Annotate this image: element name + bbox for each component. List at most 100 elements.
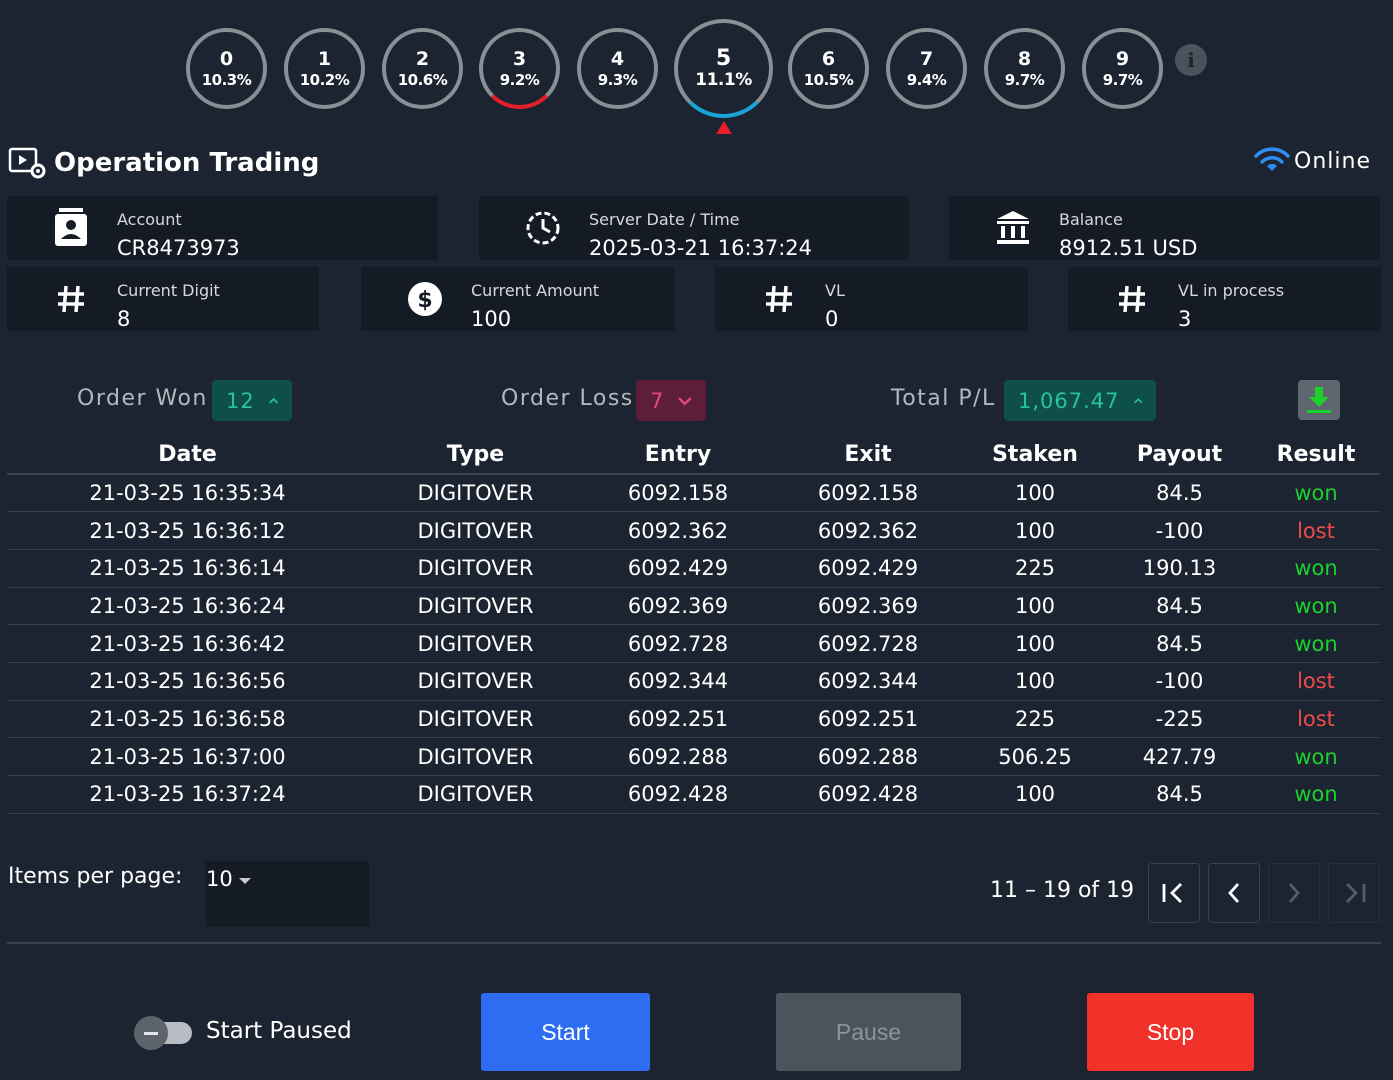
- chevron-right-icon: [1288, 883, 1300, 903]
- items-per-page-value: 10: [206, 867, 233, 891]
- cell-exit: 6092.251: [773, 700, 963, 739]
- start-paused-toggle[interactable]: [134, 1016, 192, 1050]
- digit-label: 3: [512, 47, 527, 70]
- column-header-entry[interactable]: Entry: [583, 436, 773, 475]
- start-paused-label: Start Paused: [206, 1018, 352, 1044]
- digit-label: 7: [919, 47, 934, 70]
- section-title: Operation Trading: [8, 146, 319, 180]
- cell-type: DIGITOVER: [368, 737, 583, 776]
- digit-circle-7: 7 9.4%: [886, 28, 967, 109]
- download-button[interactable]: [1298, 380, 1340, 420]
- cell-result: lost: [1252, 511, 1380, 550]
- info-icon[interactable]: i: [1175, 44, 1207, 76]
- cell-payout: 190.13: [1107, 549, 1252, 588]
- connection-status: Online: [1254, 146, 1371, 174]
- chevron-up-icon: [268, 397, 278, 404]
- divider: [7, 942, 1381, 944]
- cell-entry: 6092.369: [583, 587, 773, 626]
- cell-type: DIGITOVER: [368, 775, 583, 814]
- download-icon: [1307, 387, 1331, 413]
- cell-entry: 6092.429: [583, 549, 773, 588]
- column-header-date[interactable]: Date: [7, 436, 368, 475]
- digit-label: 8: [1017, 47, 1032, 70]
- current-digit-value: 8: [117, 307, 131, 331]
- cell-entry: 6092.344: [583, 662, 773, 701]
- digit-circle-1: 1 10.2%: [284, 28, 365, 109]
- digit-percent: 10.6%: [397, 70, 448, 89]
- cell-entry: 6092.158: [583, 474, 773, 513]
- table-row: 21-03-25 16:36:14 DIGITOVER 6092.429 609…: [7, 549, 1380, 588]
- column-header-type[interactable]: Type: [368, 436, 583, 475]
- hash-icon: [759, 279, 799, 319]
- digit-percent: 9.4%: [906, 70, 947, 89]
- table-row: 21-03-25 16:36:12 DIGITOVER 6092.362 609…: [7, 511, 1380, 550]
- current-amount-card: $ Current Amount 100: [361, 267, 674, 331]
- hash-icon: [51, 279, 91, 319]
- digit-circle-6: 6 10.5%: [788, 28, 869, 109]
- order-loss-chip[interactable]: 7: [636, 380, 706, 421]
- digit-label: 9: [1115, 47, 1130, 70]
- card-label: VL: [825, 281, 845, 300]
- column-header-exit[interactable]: Exit: [773, 436, 963, 475]
- order-loss-value: 7: [650, 388, 665, 413]
- cell-payout: 427.79: [1107, 737, 1252, 776]
- toggle-knob: [134, 1016, 168, 1050]
- cell-entry: 6092.251: [583, 700, 773, 739]
- cell-staken: 225: [963, 700, 1107, 739]
- vl-in-process-value: 3: [1178, 307, 1192, 331]
- first-page-button[interactable]: [1148, 863, 1200, 923]
- pause-button[interactable]: Pause: [776, 993, 961, 1071]
- cell-staken: 100: [963, 474, 1107, 513]
- cell-date: 21-03-25 16:36:58: [7, 700, 368, 739]
- cell-staken: 100: [963, 775, 1107, 814]
- wifi-icon: [1254, 147, 1290, 171]
- next-page-button[interactable]: [1268, 863, 1320, 923]
- column-header-payout[interactable]: Payout: [1107, 436, 1252, 475]
- card-label: Balance: [1059, 210, 1123, 229]
- cell-result: won: [1252, 587, 1380, 626]
- account-card: Account CR8473973: [7, 196, 438, 260]
- cell-staken: 100: [963, 587, 1107, 626]
- digit-circle-0: 0 10.3%: [186, 28, 267, 109]
- cell-entry: 6092.288: [583, 737, 773, 776]
- current-digit-marker-icon: [716, 121, 732, 134]
- table-header-row: Date Type Entry Exit Staken Payout Resul…: [7, 436, 1380, 475]
- orders-table: Date Type Entry Exit Staken Payout Resul…: [7, 436, 1380, 814]
- previous-page-button[interactable]: [1208, 863, 1260, 923]
- cell-date: 21-03-25 16:36:24: [7, 587, 368, 626]
- first-page-icon: [1162, 883, 1182, 903]
- vl-card: VL 0: [715, 267, 1028, 331]
- stop-button[interactable]: Stop: [1087, 993, 1254, 1071]
- order-won-value: 12: [226, 388, 255, 413]
- digit-percent: 9.2%: [499, 70, 540, 89]
- order-won-chip[interactable]: 12: [212, 380, 292, 421]
- column-header-staken[interactable]: Staken: [963, 436, 1107, 475]
- page-title: Operation Trading: [54, 148, 320, 178]
- total-pl-chip[interactable]: 1,067.47: [1004, 380, 1156, 421]
- start-button[interactable]: Start: [481, 993, 650, 1071]
- total-pl-label: Total P/L: [891, 386, 996, 411]
- contact-icon: [51, 208, 91, 248]
- cell-exit: 6092.429: [773, 549, 963, 588]
- digit-label: 2: [415, 47, 430, 70]
- last-page-button[interactable]: [1328, 863, 1380, 923]
- hash-icon: [1112, 279, 1152, 319]
- server-time-value: 2025-03-21 16:37:24: [589, 236, 813, 260]
- chevron-down-icon: [678, 396, 692, 406]
- cell-type: DIGITOVER: [368, 511, 583, 550]
- table-row: 21-03-25 16:35:34 DIGITOVER 6092.158 609…: [7, 474, 1380, 513]
- digit-label: 5: [715, 45, 732, 71]
- cell-result: won: [1252, 474, 1380, 513]
- items-per-page-select[interactable]: 10: [206, 861, 369, 927]
- status-label: Online: [1294, 149, 1371, 174]
- column-header-result[interactable]: Result: [1252, 436, 1380, 475]
- digit-percent: 11.1%: [695, 69, 752, 90]
- digit-circle-4: 4 9.3%: [577, 28, 658, 109]
- trading-settings-icon: [8, 147, 46, 179]
- cell-type: DIGITOVER: [368, 587, 583, 626]
- cell-date: 21-03-25 16:35:34: [7, 474, 368, 513]
- dollar-icon: $: [405, 279, 445, 319]
- server-time-card: Server Date / Time 2025-03-21 16:37:24: [479, 196, 909, 260]
- cell-type: DIGITOVER: [368, 549, 583, 588]
- cell-result: won: [1252, 737, 1380, 776]
